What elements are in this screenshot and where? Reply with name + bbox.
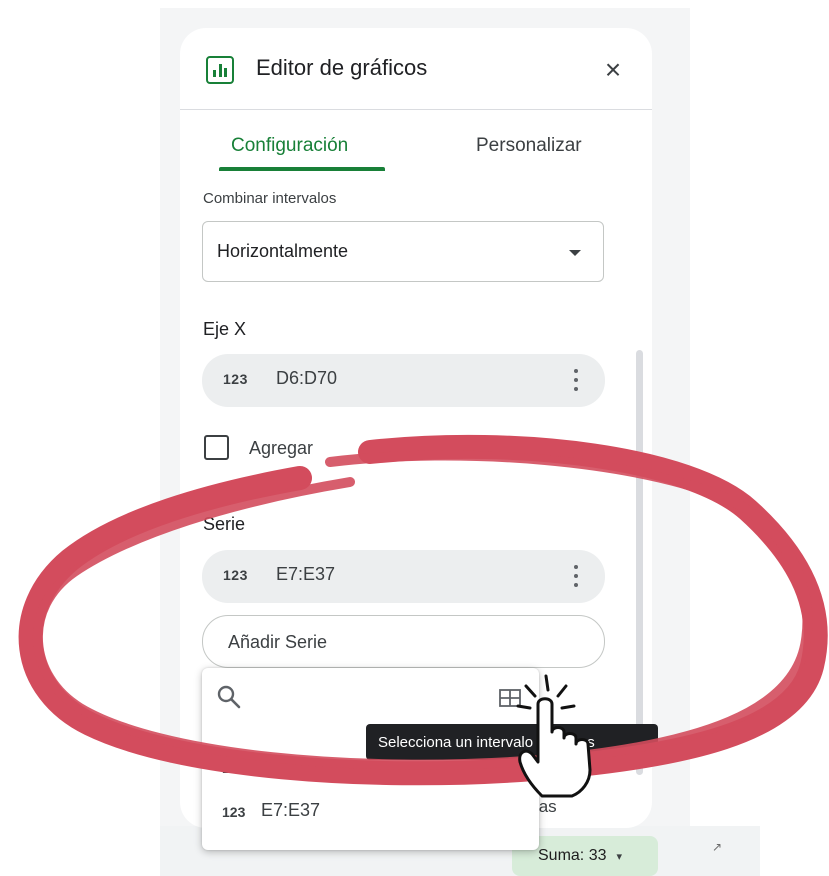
number-type-icon: 123 bbox=[222, 804, 246, 820]
grid-icon[interactable] bbox=[499, 689, 521, 707]
tab-configuracion[interactable]: Configuración bbox=[231, 135, 348, 157]
chevron-down-icon: ▾ bbox=[616, 850, 623, 863]
range-option: E7:E37 bbox=[261, 800, 321, 820]
tooltip: Selecciona un intervalo de datos bbox=[366, 724, 658, 760]
series-range: E7:E37 bbox=[276, 564, 336, 584]
arrow-mark-icon: ↗ bbox=[712, 840, 723, 854]
number-type-icon: 123 bbox=[223, 371, 248, 387]
close-icon[interactable]: × bbox=[598, 54, 628, 86]
series-label: Serie bbox=[203, 514, 246, 534]
x-axis-label: Eje X bbox=[203, 319, 247, 339]
combine-ranges-label: Combinar intervalos bbox=[203, 190, 337, 207]
scrollbar-thumb[interactable] bbox=[636, 350, 643, 775]
search-icon[interactable] bbox=[216, 684, 242, 710]
sum-chip-text: Suma: 33 bbox=[538, 847, 607, 864]
range-option: D6:D70 bbox=[261, 756, 323, 776]
add-series-input[interactable]: Añadir Serie bbox=[202, 615, 605, 668]
number-type-icon: 123 bbox=[222, 760, 246, 776]
x-axis-range-chip[interactable]: 123 D6:D70 bbox=[202, 354, 605, 407]
aggregate-label: Agregar bbox=[249, 438, 314, 458]
add-series-placeholder: Añadir Serie bbox=[228, 632, 328, 652]
panel-title: Editor de gráficos bbox=[256, 55, 428, 80]
tab-personalizar[interactable]: Personalizar bbox=[476, 135, 582, 157]
series-range-chip[interactable]: 123 E7:E37 bbox=[202, 550, 605, 603]
combine-ranges-value: Horizontalmente bbox=[217, 241, 349, 261]
list-item[interactable]: 123 E7:E37 bbox=[202, 792, 539, 832]
x-axis-range: D6:D70 bbox=[276, 368, 338, 388]
more-vert-icon[interactable] bbox=[573, 368, 579, 394]
dropdown-arrow-icon bbox=[569, 250, 581, 256]
chart-icon bbox=[206, 56, 234, 84]
more-vert-icon[interactable] bbox=[573, 564, 579, 590]
header-divider bbox=[180, 109, 652, 110]
active-tab-indicator bbox=[219, 167, 385, 171]
number-type-icon: 123 bbox=[223, 567, 248, 583]
aggregate-checkbox[interactable] bbox=[204, 435, 229, 460]
combine-ranges-select[interactable]: Horizontalmente bbox=[202, 221, 604, 282]
